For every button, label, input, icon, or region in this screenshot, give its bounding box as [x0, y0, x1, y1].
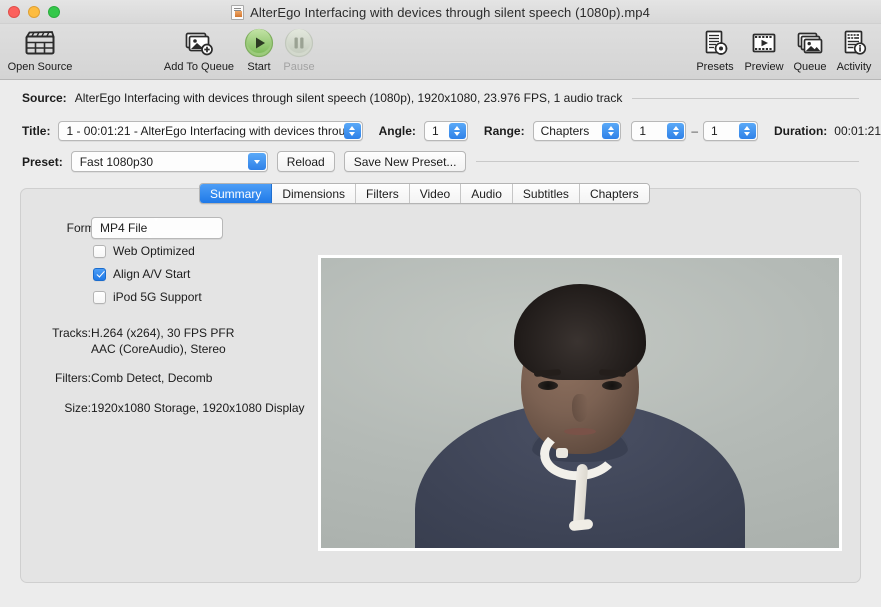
align-av-start-checkbox-box[interactable]: [93, 267, 106, 281]
filters-label: Filters:: [55, 371, 91, 385]
source-row: Source: AlterEgo Interfacing with device…: [22, 91, 859, 105]
preset-label: Preset:: [22, 154, 63, 169]
tracks-label: Tracks:: [52, 326, 91, 340]
ipod-5g-support-checkbox-box[interactable]: [93, 290, 106, 304]
tab-filters[interactable]: Filters: [356, 184, 410, 203]
title-label: Title:: [22, 124, 51, 138]
format-select[interactable]: MP4 File: [91, 217, 223, 239]
duration-label: Duration:: [773, 124, 828, 138]
toolbar-pause: Pause: [263, 27, 335, 73]
clapperboard-icon: [25, 27, 55, 59]
source-value: AlterEgo Interfacing with devices throug…: [74, 91, 623, 105]
range-separator: –: [691, 124, 699, 138]
document-info-icon: [840, 27, 868, 59]
ipod-5g-support-label: iPod 5G Support: [113, 290, 202, 304]
document-gear-icon: [701, 27, 729, 59]
file-document-icon: [231, 4, 245, 20]
source-divider: [632, 97, 859, 99]
range-type-select[interactable]: Chapters: [532, 121, 622, 141]
toolbar-pause-label: Pause: [283, 61, 315, 73]
toolbar-open-source-label: Open Source: [7, 61, 73, 73]
window-title-group: AlterEgo Interfacing with devices throug…: [0, 0, 881, 24]
checkbox-web-optimized[interactable]: Web Optimized: [93, 244, 195, 258]
title-row: Title: 1 - 00:01:21 - AlterEgo Interfaci…: [22, 121, 881, 141]
preset-select-value: Fast 1080p30: [79, 154, 154, 169]
maximize-window-button[interactable]: [48, 6, 60, 18]
preview-device-clip: [556, 448, 568, 458]
tab-summary[interactable]: Summary: [200, 184, 273, 203]
filters-value: Comb Detect, Decomb: [91, 371, 213, 385]
tab-video[interactable]: Video: [409, 184, 462, 203]
tab-dimensions[interactable]: Dimensions: [272, 184, 357, 203]
preset-divider: [476, 161, 859, 162]
web-optimized-label: Web Optimized: [113, 244, 195, 258]
window-title: AlterEgo Interfacing with devices throug…: [250, 4, 650, 20]
range-end-value: 1: [711, 124, 718, 138]
angle-label: Angle:: [378, 124, 416, 138]
tab-chapters[interactable]: Chapters: [579, 184, 649, 203]
source-label: Source:: [22, 91, 67, 105]
title-select-stepper-icon[interactable]: [343, 123, 361, 139]
range-end-stepper-icon[interactable]: [738, 123, 756, 139]
checkbox-align-av-start[interactable]: Align A/V Start: [93, 267, 190, 281]
preset-chevron-down-icon[interactable]: [247, 153, 266, 170]
preview-thumbnail-image: [321, 258, 839, 548]
window-titlebar: AlterEgo Interfacing with devices throug…: [0, 0, 881, 24]
angle-select-value: 1: [431, 124, 439, 138]
main-toolbar: Open Source Add To Queue Start Pause Pre…: [0, 24, 881, 80]
format-select-stepper-icon[interactable]: [147, 218, 165, 238]
range-type-stepper-icon[interactable]: [602, 123, 620, 139]
range-end-select[interactable]: 1: [703, 121, 758, 141]
toolbar-activity-label: Activity: [836, 61, 872, 73]
range-start-value: 1: [639, 124, 647, 138]
tracks-value-line2: AAC (CoreAudio), Stereo: [91, 342, 226, 356]
add-image-stack-icon: [184, 27, 214, 59]
align-av-start-label: Align A/V Start: [113, 267, 191, 281]
handbrake-window: AlterEgo Interfacing with devices throug…: [0, 0, 881, 607]
close-window-button[interactable]: [8, 6, 20, 18]
save-new-preset-button[interactable]: Save New Preset...: [343, 151, 467, 172]
image-stack-icon: [796, 27, 824, 59]
toolbar-open-source[interactable]: Open Source: [3, 27, 77, 73]
title-select-value: 1 - 00:01:21 - AlterEgo Interfacing with…: [66, 124, 352, 138]
film-play-icon: [750, 27, 778, 59]
settings-tabbar: Summary Dimensions Filters Video Audio S…: [199, 183, 650, 204]
preview-eye-right: [602, 381, 622, 390]
minimize-window-button[interactable]: [28, 6, 40, 18]
toolbar-queue-label: Queue: [793, 61, 827, 73]
tab-audio[interactable]: Audio: [461, 184, 513, 203]
source-info-area: Source: AlterEgo Interfacing with device…: [0, 80, 881, 172]
preset-select[interactable]: Fast 1080p30: [70, 151, 268, 172]
preview-nose: [572, 394, 588, 422]
range-type-value: Chapters: [540, 124, 590, 138]
reload-preset-button[interactable]: Reload: [276, 151, 335, 172]
format-select-value: MP4 File: [100, 221, 148, 235]
checkbox-ipod-5g-support[interactable]: iPod 5G Support: [93, 290, 202, 304]
size-value: 1920x1080 Storage, 1920x1080 Display: [91, 401, 305, 415]
toolbar-preview-label: Preview: [744, 61, 784, 73]
preset-row: Preset: Fast 1080p30 Reload Save New Pre…: [22, 151, 859, 172]
toolbar-activity[interactable]: Activity: [828, 27, 880, 73]
toolbar-presets-label: Presets: [696, 61, 734, 73]
web-optimized-checkbox-box[interactable]: [93, 244, 106, 258]
range-label: Range:: [483, 124, 525, 138]
tab-subtitles[interactable]: Subtitles: [512, 184, 580, 203]
traffic-lights: [8, 0, 60, 24]
preview-eye-left: [538, 381, 558, 390]
summary-panel: Format: MP4 File Web Optimized Align A/V…: [20, 188, 861, 583]
title-select[interactable]: 1 - 00:01:21 - AlterEgo Interfacing with…: [58, 121, 363, 141]
duration-value: 00:01:21: [834, 124, 881, 138]
tracks-value-line1: H.264 (x264), 30 FPS PFR: [91, 326, 235, 340]
preview-thumbnail-frame: [318, 255, 842, 551]
pause-icon: [284, 27, 314, 59]
size-label: Size:: [64, 401, 91, 415]
range-start-stepper-icon[interactable]: [667, 123, 685, 139]
angle-select[interactable]: 1: [423, 121, 468, 141]
range-start-select[interactable]: 1: [631, 121, 687, 141]
angle-select-stepper-icon[interactable]: [448, 123, 466, 139]
